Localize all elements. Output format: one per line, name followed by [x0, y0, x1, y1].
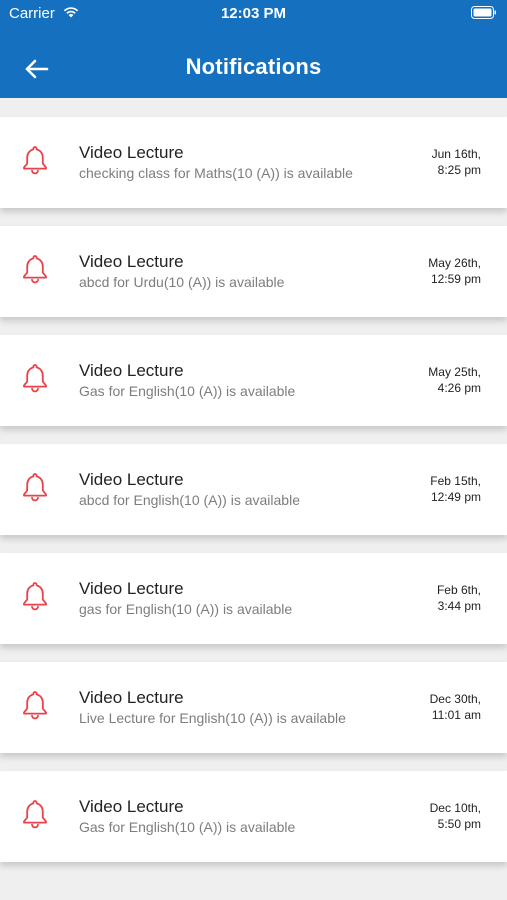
notification-description: checking class for Maths(10 (A)) is avai… [79, 165, 353, 181]
notification-description: Gas for English(10 (A)) is available [79, 819, 296, 835]
app-header: Carrier 12:03 PM Notifications [0, 0, 507, 98]
notification-item[interactable]: Video Lecture Gas for English(10 (A)) is… [0, 335, 507, 426]
notification-description: gas for English(10 (A)) is available [79, 601, 293, 617]
notification-date: May 25th, [428, 365, 481, 379]
notification-description: Live Lecture for English(10 (A)) is avai… [79, 710, 346, 726]
notification-item[interactable]: Video Lecture Live Lecture for English(1… [0, 662, 507, 753]
notification-item[interactable]: Video Lecture gas for English(10 (A)) is… [0, 553, 507, 644]
bell-icon [23, 146, 47, 175]
notification-timestamp: Feb 15th, 12:49 pm [391, 473, 481, 505]
notification-time: 11:01 am [431, 708, 481, 722]
notification-time: 5:50 pm [437, 817, 481, 831]
notification-date: Dec 30th, [429, 692, 481, 706]
notification-timestamp: Jun 16th, 8:25 pm [391, 146, 481, 178]
notification-list: Video Lecture checking class for Maths(1… [0, 117, 507, 880]
notification-timestamp: Dec 10th, 5:50 pm [391, 800, 481, 832]
notification-time: 3:44 pm [437, 599, 481, 613]
notification-date: Jun 16th, [431, 147, 481, 161]
notification-timestamp: Feb 6th, 3:44 pm [391, 582, 481, 614]
notification-time: 8:25 pm [437, 163, 481, 177]
bell-icon [23, 800, 47, 829]
notification-timestamp: May 26th, 12:59 pm [391, 255, 481, 287]
notification-time: 4:26 pm [437, 381, 481, 395]
notification-title: Video Lecture [79, 797, 184, 816]
notification-title: Video Lecture [79, 252, 184, 271]
notification-title: Video Lecture [79, 579, 184, 598]
notification-title: Video Lecture [79, 688, 184, 707]
notification-date: Dec 10th, [429, 801, 481, 815]
notification-timestamp: May 25th, 4:26 pm [391, 364, 481, 396]
status-bar: Carrier 12:03 PM [0, 0, 507, 28]
notification-item[interactable]: Video Lecture checking class for Maths(1… [0, 117, 507, 208]
notification-time: 12:49 pm [430, 490, 481, 504]
notification-item[interactable]: Video Lecture abcd for Urdu(10 (A)) is a… [0, 226, 507, 317]
notification-item[interactable]: Video Lecture Gas for English(10 (A)) is… [0, 771, 507, 862]
bell-icon [23, 473, 47, 502]
notification-item[interactable]: Video Lecture abcd for English(10 (A)) i… [0, 444, 507, 535]
notification-date: May 26th, [428, 256, 481, 270]
notification-title: Video Lecture [79, 361, 184, 380]
notification-timestamp: Dec 30th, 11:01 am [391, 691, 481, 723]
notification-date: Feb 15th, [430, 474, 481, 488]
bell-icon [23, 582, 47, 611]
bell-icon [23, 691, 47, 720]
notification-time: 12:59 pm [430, 272, 481, 286]
notification-description: abcd for English(10 (A)) is available [79, 492, 300, 508]
bell-icon [23, 255, 47, 284]
notification-date: Feb 6th, [436, 583, 481, 597]
battery-icon [471, 6, 496, 19]
notification-description: abcd for Urdu(10 (A)) is available [79, 274, 285, 290]
notification-title: Video Lecture [79, 143, 184, 162]
bell-icon [23, 364, 47, 393]
status-time: 12:03 PM [220, 5, 287, 22]
nav-bar: Notifications [0, 40, 507, 96]
notification-description: Gas for English(10 (A)) is available [79, 383, 296, 399]
page-title: Notifications [185, 54, 322, 79]
notification-title: Video Lecture [79, 470, 184, 489]
